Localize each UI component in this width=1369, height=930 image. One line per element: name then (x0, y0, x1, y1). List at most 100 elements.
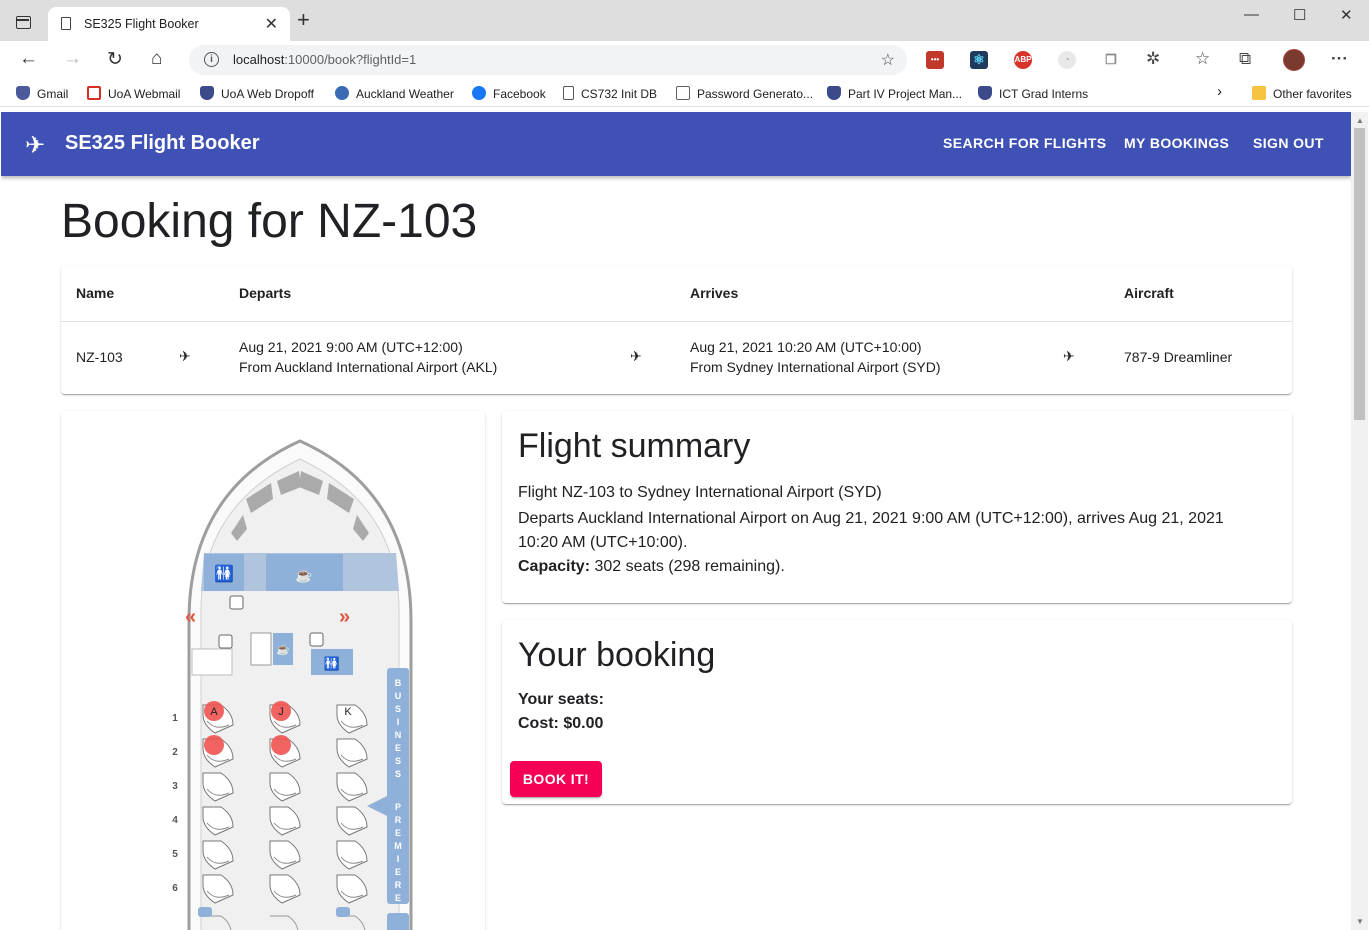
cabin-label-letter: U (395, 691, 402, 701)
folder-icon (1252, 86, 1266, 100)
header-arrives: Arrives (690, 285, 739, 301)
flight-name: NZ-103 (76, 349, 123, 365)
page-icon (61, 17, 71, 30)
seat-letter: K (344, 706, 352, 718)
new-tab-icon[interactable]: + (297, 9, 310, 31)
attendant-seat (336, 907, 350, 917)
tab-actions-icon[interactable] (16, 16, 31, 29)
bookmark-item[interactable]: CS732 Init DB (563, 86, 657, 101)
nav-sign-out[interactable]: SIGN OUT (1253, 135, 1324, 151)
cabin-label-letter: M (394, 841, 402, 851)
book-it-button[interactable]: BOOK IT! (510, 761, 602, 797)
back-icon[interactable]: ← (19, 48, 38, 70)
gmail-icon (87, 86, 101, 100)
bookmark-item[interactable]: ICT Grad Interns (978, 86, 1088, 101)
bookmarks-bar: Gmail UoA Webmail UoA Web Dropoff Auckla… (0, 79, 1369, 107)
scroll-thumb[interactable] (1354, 128, 1365, 420)
lavatory-icon: 🚻 (214, 564, 234, 583)
shield-icon (827, 86, 841, 100)
depart-airport: From Auckland International Airport (AKL… (239, 359, 498, 375)
collections-icon[interactable]: ⧉ (1239, 49, 1251, 69)
page-scrollbar[interactable]: ▲ ▼ (1351, 112, 1368, 930)
address-bar[interactable]: i localhost:10000/book?flightId=1 ☆ (189, 45, 907, 75)
exit-left-icon: « (185, 606, 196, 628)
your-booking-card: Your booking Your seats: Cost: $0.00 BOO… (502, 620, 1292, 804)
row-number: 3 (172, 781, 178, 792)
cabin-label-letter: I (397, 717, 400, 727)
chevron-right-icon[interactable]: › (1217, 83, 1222, 100)
flight-summary-card: Flight summary Flight NZ-103 to Sydney I… (502, 411, 1292, 603)
bookmark-item[interactable]: Part IV Project Man... (827, 86, 962, 101)
cabin-label-letter: S (395, 756, 401, 766)
seat-letter: J (278, 706, 284, 718)
extension-copy-icon[interactable]: ❐ (1102, 51, 1120, 69)
tab-title: SE325 Flight Booker (84, 17, 199, 31)
add-favorite-icon[interactable]: ☆ (881, 50, 895, 70)
document-icon (563, 86, 574, 100)
other-favorites[interactable]: Other favorites (1252, 86, 1352, 101)
bookmark-item[interactable]: Gmail (16, 86, 68, 101)
minimize-icon[interactable]: — (1244, 6, 1259, 23)
favorites-icon[interactable]: ☆ (1195, 49, 1210, 69)
bookmark-item[interactable]: UoA Webmail (87, 86, 180, 101)
airplane-icon: ✈ (630, 348, 642, 364)
arrive-airport: From Sydney International Airport (SYD) (690, 359, 941, 375)
bookmark-item[interactable]: Facebook (472, 86, 546, 101)
extension-gray-icon[interactable]: ◔ (1058, 51, 1076, 69)
site-info-icon[interactable]: i (204, 52, 219, 67)
summary-route: Flight NZ-103 to Sydney International Ai… (518, 484, 882, 501)
extension-lastpass-icon[interactable]: ••• (926, 51, 944, 69)
airplane-icon: ✈ (179, 348, 191, 364)
summary-times: Departs Auckland International Airport o… (518, 510, 1224, 527)
browser-toolbar: ← → ↻ ⌂ i localhost:10000/book?flightId=… (0, 41, 1369, 79)
exit-right-icon: » (339, 606, 350, 628)
extension-react-icon[interactable]: ⚛ (970, 51, 988, 69)
seat-map[interactable]: 🚻 ☕ « » ☕ 🚻 BUSINESSPREMIERE 1A J K23456 (61, 411, 485, 930)
depart-time: Aug 21, 2021 9:00 AM (UTC+12:00) (239, 339, 463, 355)
url-text[interactable]: localhost:10000/book?flightId=1 (233, 52, 416, 67)
more-menu-icon[interactable]: ··· (1331, 49, 1348, 69)
home-icon[interactable]: ⌂ (151, 48, 162, 70)
refresh-icon[interactable]: ↻ (107, 48, 123, 71)
close-window-icon[interactable]: ✕ (1340, 6, 1353, 24)
header-departs: Departs (239, 285, 292, 301)
row-number: 2 (172, 747, 178, 758)
aircraft-name: 787-9 Dreamliner (1124, 349, 1233, 365)
active-tab[interactable]: SE325 Flight Booker ✕ (48, 7, 290, 41)
web-page: ✈ SE325 Flight Booker SEARCH FOR FLIGHTS… (1, 112, 1351, 930)
nav-my-bookings[interactable]: MY BOOKINGS (1124, 135, 1229, 151)
cabin-label-letter: R (395, 880, 402, 890)
cabin-label-letter: R (395, 815, 402, 825)
nav-search-flights[interactable]: SEARCH FOR FLIGHTS (943, 135, 1107, 151)
close-tab-icon[interactable]: ✕ (265, 14, 278, 34)
maximize-icon[interactable]: ☐ (1293, 6, 1306, 24)
seat-map-card: 🚻 ☕ « » ☕ 🚻 BUSINESSPREMIERE 1 A J K 2 3… (61, 411, 485, 930)
header-name: Name (76, 285, 115, 301)
lavatory-icon: 🚻 (324, 656, 340, 671)
app-bar: ✈ SE325 Flight Booker SEARCH FOR FLIGHTS… (1, 112, 1351, 176)
app-brand[interactable]: SE325 Flight Booker (65, 132, 260, 155)
summary-times-cont: 10:20 AM (UTC+10:00). (518, 534, 688, 551)
cabin-label-letter: E (395, 867, 401, 877)
booking-cost: Cost: $0.00 (518, 715, 604, 732)
row-number: 4 (172, 815, 178, 826)
scroll-down-icon[interactable]: ▼ (1356, 917, 1364, 926)
cabin-label-letter: S (395, 704, 401, 714)
scroll-up-icon[interactable]: ▲ (1356, 116, 1364, 125)
extension-adblock-icon[interactable]: ABP (1014, 51, 1032, 69)
profile-avatar[interactable] (1283, 49, 1305, 71)
cabin-label-letter: I (397, 854, 400, 864)
bookmark-item[interactable]: UoA Web Dropoff (200, 86, 314, 101)
browser-window: SE325 Flight Booker ✕ + — ☐ ✕ ← → ↻ ⌂ i … (0, 0, 1369, 930)
bookmark-item[interactable]: Auckland Weather (335, 86, 454, 101)
table-divider (61, 321, 1292, 322)
forward-icon[interactable]: → (63, 48, 82, 70)
flight-details-table: Name Departs Arrives Aircraft NZ-103 ✈ A… (61, 266, 1292, 394)
summary-capacity: Capacity: 302 seats (298 remaining). (518, 558, 785, 575)
arrives-cell: Aug 21, 2021 10:20 AM (UTC+10:00) From S… (690, 337, 941, 377)
extensions-icon[interactable]: ✲ (1146, 49, 1160, 69)
cabin-label-letter: S (395, 769, 401, 779)
coffee-icon: ☕ (295, 566, 312, 584)
row-number: 6 (172, 883, 178, 894)
bookmark-item[interactable]: Password Generato... (676, 86, 813, 101)
